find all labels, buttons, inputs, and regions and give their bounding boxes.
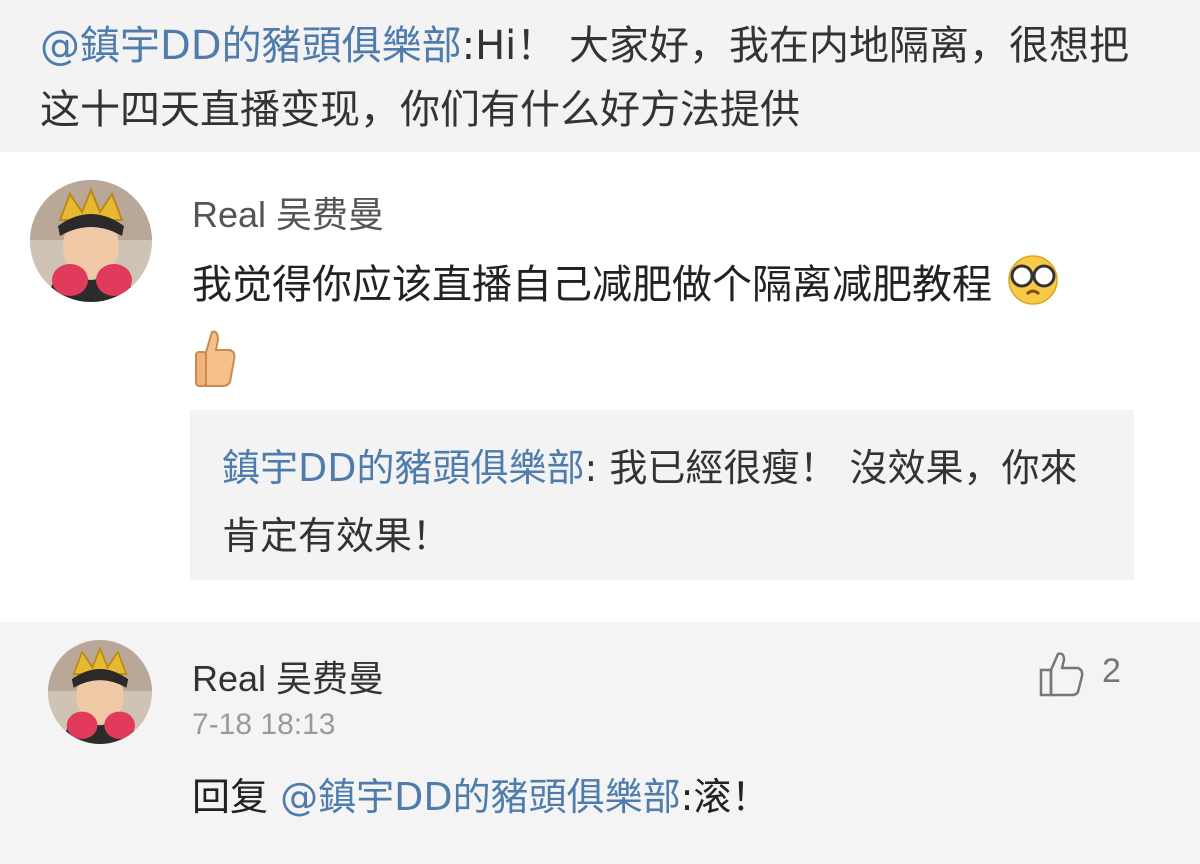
avatar[interactable]: [48, 640, 152, 744]
thumbs-up-icon: [192, 328, 236, 410]
avatar[interactable]: [30, 180, 152, 302]
reply-prefix: 回复: [192, 775, 281, 819]
avatar-image: [48, 640, 152, 744]
reply-text: :滚！: [680, 775, 770, 819]
like-button[interactable]: 2: [1036, 648, 1146, 698]
mention-link[interactable]: @鎮宇DD的豬頭俱樂部: [280, 775, 681, 819]
comment-body: 我觉得你应该直播自己减肥做个隔离减肥教程: [192, 250, 1122, 410]
reply-quote: 鎮宇DD的豬頭俱樂部: 我已經很瘦！ 沒效果，你來肯定有效果！: [190, 410, 1134, 580]
comment-timestamp: 7-18 18:13: [192, 708, 336, 741]
thumbs-up-outline-icon: [1039, 652, 1084, 697]
glasses-emoji-icon: [1005, 254, 1061, 328]
like-count: 2: [1102, 652, 1121, 690]
comment-username[interactable]: Real 吴费曼: [192, 186, 384, 238]
reply-quote-name[interactable]: 鎮宇DD的豬頭俱樂部: [222, 446, 585, 490]
avatar-image: [30, 180, 152, 302]
reply-quote-text: 鎮宇DD的豬頭俱樂部: 我已經很瘦！ 沒效果，你來肯定有效果！: [222, 434, 1082, 570]
comment-username[interactable]: Real 吴费曼: [192, 650, 384, 702]
quoted-post-text: @鎮宇DD的豬頭俱樂部:Hi！ 大家好，我在内地隔离，很想把这十四天直播变现，你…: [40, 14, 1160, 142]
comment-text: 我觉得你应该直播自己减肥做个隔离减肥教程: [192, 262, 992, 308]
quoted-post: @鎮宇DD的豬頭俱樂部:Hi！ 大家好，我在内地隔离，很想把这十四天直播变现，你…: [0, 0, 1200, 152]
reply-body: 回复 @鎮宇DD的豬頭俱樂部:滚！: [192, 762, 1142, 832]
mention-link[interactable]: @鎮宇DD的豬頭俱樂部: [40, 23, 462, 69]
